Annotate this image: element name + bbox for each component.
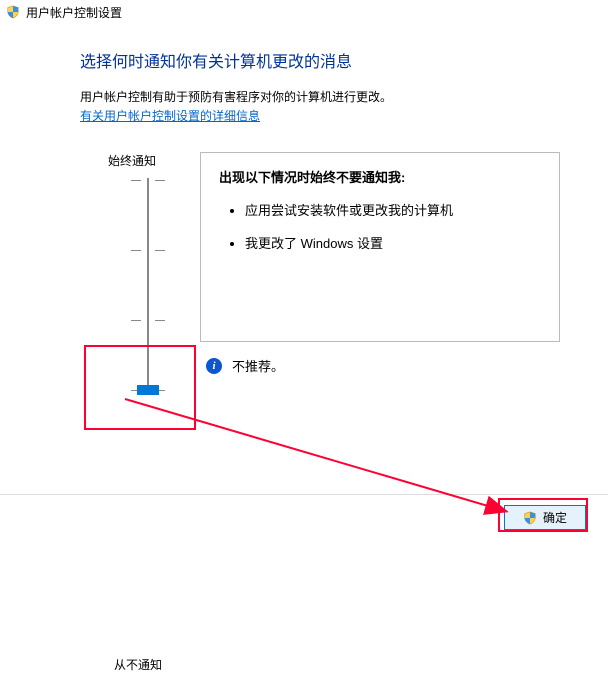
slider-column: 始终通知 从不通知 bbox=[0, 152, 200, 673]
slider-tick bbox=[131, 250, 165, 251]
message-list: 应用尝试安装软件或更改我的计算机 我更改了 Windows 设置 bbox=[219, 200, 541, 252]
slider-label-bottom: 从不通知 bbox=[114, 656, 200, 673]
info-icon: i bbox=[206, 358, 222, 374]
message-column: 出现以下情况时始终不要通知我: 应用尝试安装软件或更改我的计算机 我更改了 Wi… bbox=[200, 152, 608, 673]
slider-label-top: 始终通知 bbox=[108, 152, 156, 169]
button-bar: 确定 bbox=[504, 505, 586, 530]
ok-button[interactable]: 确定 bbox=[504, 505, 586, 530]
message-bullet: 我更改了 Windows 设置 bbox=[245, 233, 541, 252]
ok-button-label: 确定 bbox=[543, 509, 567, 526]
uac-shield-icon bbox=[6, 5, 20, 19]
slider-thumb[interactable] bbox=[137, 385, 159, 395]
main-content: 始终通知 从不通知 出现以下情况时始终不要通知我: 应用尝试安装软件或更改我的计… bbox=[0, 152, 608, 673]
window-title: 用户帐户控制设置 bbox=[26, 4, 122, 21]
page-description: 用户帐户控制有助于预防有害程序对你的计算机进行更改。 bbox=[80, 88, 608, 105]
message-heading: 出现以下情况时始终不要通知我: bbox=[219, 167, 541, 186]
message-note-text: 不推荐。 bbox=[232, 356, 284, 375]
title-bar: 用户帐户控制设置 bbox=[0, 0, 608, 24]
message-note: i 不推荐。 bbox=[200, 356, 592, 375]
uac-shield-icon bbox=[523, 511, 537, 525]
header-section: 选择何时通知你有关计算机更改的消息 用户帐户控制有助于预防有害程序对你的计算机进… bbox=[0, 24, 608, 124]
footer-divider bbox=[0, 494, 608, 495]
uac-slider[interactable] bbox=[128, 176, 168, 396]
slider-tick bbox=[131, 180, 165, 181]
message-bullet: 应用尝试安装软件或更改我的计算机 bbox=[245, 200, 541, 219]
slider-tick bbox=[131, 320, 165, 321]
uac-info-link[interactable]: 有关用户帐户控制设置的详细信息 bbox=[80, 109, 260, 123]
message-box: 出现以下情况时始终不要通知我: 应用尝试安装软件或更改我的计算机 我更改了 Wi… bbox=[200, 152, 560, 342]
slider-track bbox=[147, 178, 149, 394]
page-title: 选择何时通知你有关计算机更改的消息 bbox=[80, 48, 608, 72]
